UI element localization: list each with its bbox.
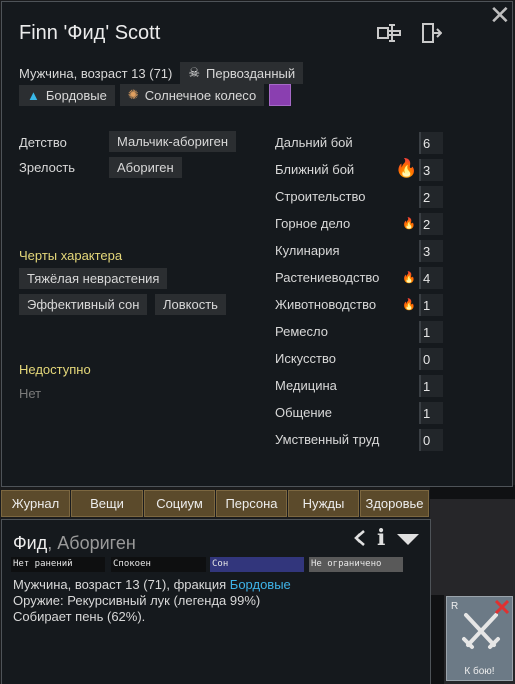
collapse-icon[interactable]	[396, 533, 420, 552]
skill-level: 4	[423, 271, 431, 286]
tab-log[interactable]: Журнал	[1, 490, 70, 517]
skill-level: 1	[423, 406, 431, 421]
faction-ideology-line: ▲ Бордовые ✺ Солнечное колесо	[19, 84, 292, 106]
draft-label: К бою!	[464, 666, 495, 677]
job-line: Собирает пень (62%).	[13, 609, 146, 624]
skill-name: Строительство	[275, 189, 366, 204]
skill-level: 2	[423, 217, 431, 232]
traits-title: Черты характера	[19, 248, 123, 263]
skill-level: 1	[423, 298, 431, 313]
childhood-label: Детство	[19, 135, 67, 150]
skill-name: Дальний бой	[275, 135, 353, 150]
pawn-description: Мужчина, возраст 13 (71)	[19, 65, 173, 81]
skill-level: 3	[423, 244, 431, 259]
skill-name: Горное дело	[275, 216, 351, 231]
skill-name: Общение	[275, 405, 333, 420]
weapon-line: Оружие: Рекурсивный лук (легенда 99%)	[13, 593, 261, 608]
info-icon[interactable]: i	[377, 525, 385, 551]
draft-hotkey: R	[451, 601, 459, 612]
incapable-value: Нет	[19, 386, 42, 401]
inspect-pawn-kind: , Абориген	[47, 533, 136, 553]
inspect-description: Мужчина, возраст 13 (71), фракция Бордов…	[13, 577, 291, 592]
skill-name: Животноводство	[275, 297, 377, 312]
rest-bar: Сон	[210, 557, 304, 572]
tab-social[interactable]: Социум	[144, 490, 215, 517]
skill-name: Ближний бой	[275, 162, 355, 177]
mood-label: Спокоен	[113, 559, 151, 569]
skill-level: 1	[423, 379, 431, 394]
skill-name: Медицина	[275, 378, 337, 393]
skill-level: 3	[423, 163, 431, 178]
faction-label: Бордовые	[45, 87, 107, 103]
trait-chip[interactable]: Эффективный сон	[19, 294, 148, 315]
close-icon[interactable]: ✕	[489, 2, 511, 28]
tab-character[interactable]: Персона	[216, 490, 287, 517]
inspect-pane: Фид, Абориген i Нет ранений Спокоен Сон …	[1, 519, 431, 684]
minor-passion-icon: 🔥	[402, 218, 416, 230]
map-wall	[430, 595, 444, 684]
area-restriction-bar[interactable]: Не ограничено	[309, 557, 403, 572]
faction-icon: ▲	[27, 87, 40, 103]
ideology-label: Солнечное колесо	[144, 87, 257, 103]
inspect-pawn-name: Фид	[13, 533, 48, 553]
skill-name: Ремесло	[275, 324, 328, 339]
inspect-title: Фид, Абориген	[13, 533, 136, 554]
character-card: Finn 'Фид' Scott ✕ Мужчина, возраст 13 (…	[1, 1, 513, 487]
xenotype-label: Первозданный	[206, 65, 296, 81]
banish-icon[interactable]	[420, 22, 443, 49]
skill-level: 1	[423, 325, 431, 340]
xenotype-chip[interactable]: ☠ Первозданный	[180, 62, 304, 84]
ideology-chip[interactable]: ✺ Солнечное колесо	[119, 84, 265, 106]
skull-icon: ☠	[188, 65, 201, 80]
map-wall	[430, 485, 515, 499]
disabled-x-icon	[494, 599, 510, 615]
faction-chip[interactable]: ▲ Бордовые	[19, 84, 115, 106]
trait-chip[interactable]: Ловкость	[155, 294, 226, 315]
tab-needs[interactable]: Нужды	[288, 490, 359, 517]
trait-chip[interactable]: Тяжёлая неврастения	[19, 268, 168, 289]
inspect-description-text: Мужчина, возраст 13 (71), фракция	[13, 577, 230, 592]
pawn-name: Finn 'Фид' Scott	[19, 22, 161, 44]
pawn-description-line: Мужчина, возраст 13 (71) ☠ Первозданный	[19, 62, 304, 84]
favorite-color-swatch[interactable]	[269, 84, 292, 106]
skill-level: 0	[423, 433, 431, 448]
childhood-chip[interactable]: Мальчик-абориген	[109, 131, 237, 152]
sun-wheel-icon: ✺	[127, 87, 139, 102]
tab-health[interactable]: Здоровье	[360, 490, 429, 517]
draft-toggle-icon[interactable]	[352, 529, 370, 552]
skill-name: Кулинария	[275, 243, 340, 258]
inspect-tabs: Журнал Вещи Социум Персона Нужды Здоровь…	[1, 490, 429, 517]
skill-level: 2	[423, 190, 431, 205]
adulthood-chip[interactable]: Абориген	[109, 157, 182, 178]
skill-name: Растениеводство	[275, 270, 380, 285]
skill-name: Искусство	[275, 351, 336, 366]
health-bar: Нет ранений	[11, 557, 105, 572]
skill-level: 0	[423, 352, 431, 367]
major-passion-icon: 🔥	[395, 158, 418, 178]
incapable-title: Недоступно	[19, 362, 91, 377]
rest-label: Сон	[212, 559, 229, 569]
minor-passion-icon: 🔥	[402, 299, 416, 311]
tab-gear[interactable]: Вещи	[71, 490, 143, 517]
skill-name: Умственный труд	[275, 432, 380, 447]
minor-passion-icon: 🔥	[402, 272, 416, 284]
faction-link[interactable]: Бордовые	[230, 577, 291, 592]
adulthood-label: Зрелость	[19, 160, 76, 175]
draft-button[interactable]: R К бою!	[446, 596, 513, 681]
skill-level: 6	[423, 136, 431, 151]
rename-icon[interactable]	[376, 23, 402, 48]
mood-bar: Спокоен	[111, 557, 206, 572]
